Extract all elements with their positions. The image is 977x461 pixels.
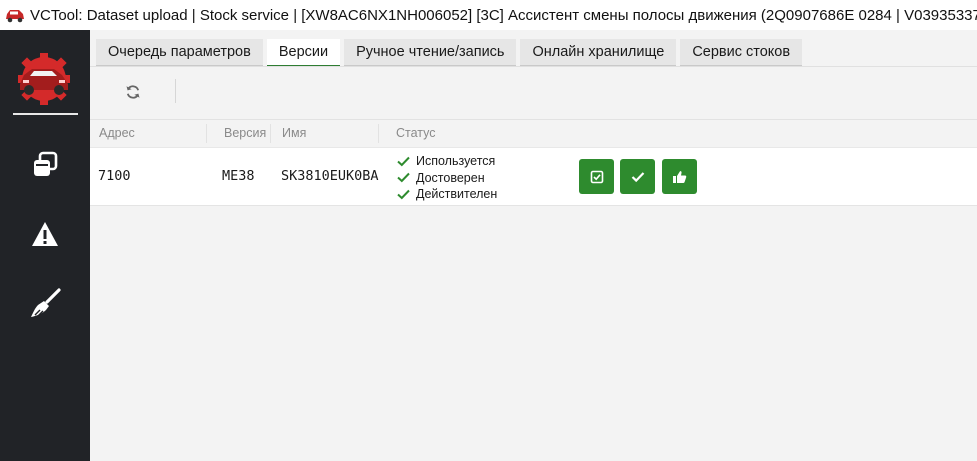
- brush-icon: [31, 288, 61, 317]
- column-header-status[interactable]: Статус: [396, 120, 436, 147]
- check-icon: [397, 173, 410, 183]
- check-icon: [397, 156, 410, 167]
- status-item: Действителен: [397, 186, 497, 203]
- checkbox-checked-icon: [590, 170, 603, 183]
- check-icon: [397, 189, 410, 200]
- sidebar: [0, 30, 90, 461]
- sidebar-item-warnings[interactable]: [28, 217, 62, 251]
- table-row[interactable]: 7100 ME38 SK3810EUK0BA Используется Дост…: [90, 147, 977, 206]
- status-label-in-use: Используется: [416, 154, 496, 169]
- status-item: Достоверен: [397, 170, 497, 187]
- tab-parameter-queue[interactable]: Очередь параметров: [96, 39, 263, 67]
- table-header: Адрес Версия Имя Статус: [90, 119, 977, 147]
- mark-in-use-button[interactable]: [579, 159, 614, 194]
- thumbs-up-icon: [673, 170, 687, 183]
- tab-bar: Очередь параметров Версии Ручное чтение/…: [96, 39, 806, 67]
- status-list: Используется Достоверен Действителен: [397, 153, 497, 203]
- column-separator: [206, 124, 207, 143]
- toolbar: [90, 67, 977, 119]
- column-header-version[interactable]: Версия: [224, 120, 266, 147]
- tab-manual-read-write[interactable]: Ручное чтение/запись: [344, 39, 517, 67]
- sidebar-item-cleanup[interactable]: [28, 286, 62, 320]
- windows-stack-icon: [34, 151, 58, 176]
- mark-reliable-button[interactable]: [620, 159, 655, 194]
- column-separator: [270, 124, 271, 143]
- column-separator: [378, 124, 379, 143]
- status-item: Используется: [397, 153, 497, 170]
- tab-online-storage[interactable]: Онлайн хранилище: [520, 39, 677, 67]
- column-header-name[interactable]: Имя: [282, 120, 306, 147]
- warning-icon: [32, 222, 58, 246]
- app-logo-icon[interactable]: [14, 52, 74, 106]
- cell-address: 7100: [98, 168, 131, 184]
- title-bar: VCTool: Dataset upload | Stock service |…: [0, 0, 977, 30]
- mark-valid-button[interactable]: [662, 159, 697, 194]
- toolbar-separator: [175, 79, 176, 103]
- sidebar-item-windows[interactable]: [28, 148, 62, 182]
- cell-name: SK3810EUK0BA: [281, 168, 379, 184]
- tab-versions[interactable]: Версии: [266, 39, 341, 67]
- tab-stock-service[interactable]: Сервис стоков: [680, 39, 803, 67]
- app-logo-icon: [6, 10, 24, 23]
- refresh-button[interactable]: [120, 79, 146, 105]
- column-header-address[interactable]: Адрес: [99, 120, 135, 147]
- check-icon: [631, 171, 644, 182]
- cell-version: ME38: [222, 168, 255, 184]
- refresh-icon: [126, 85, 140, 99]
- main-content: Очередь параметров Версии Ручное чтение/…: [90, 30, 977, 461]
- window-title: VCTool: Dataset upload | Stock service |…: [30, 6, 977, 24]
- status-label-valid: Действителен: [416, 187, 498, 202]
- sidebar-active-indicator: [13, 113, 78, 115]
- status-label-reliable: Достоверен: [416, 170, 485, 185]
